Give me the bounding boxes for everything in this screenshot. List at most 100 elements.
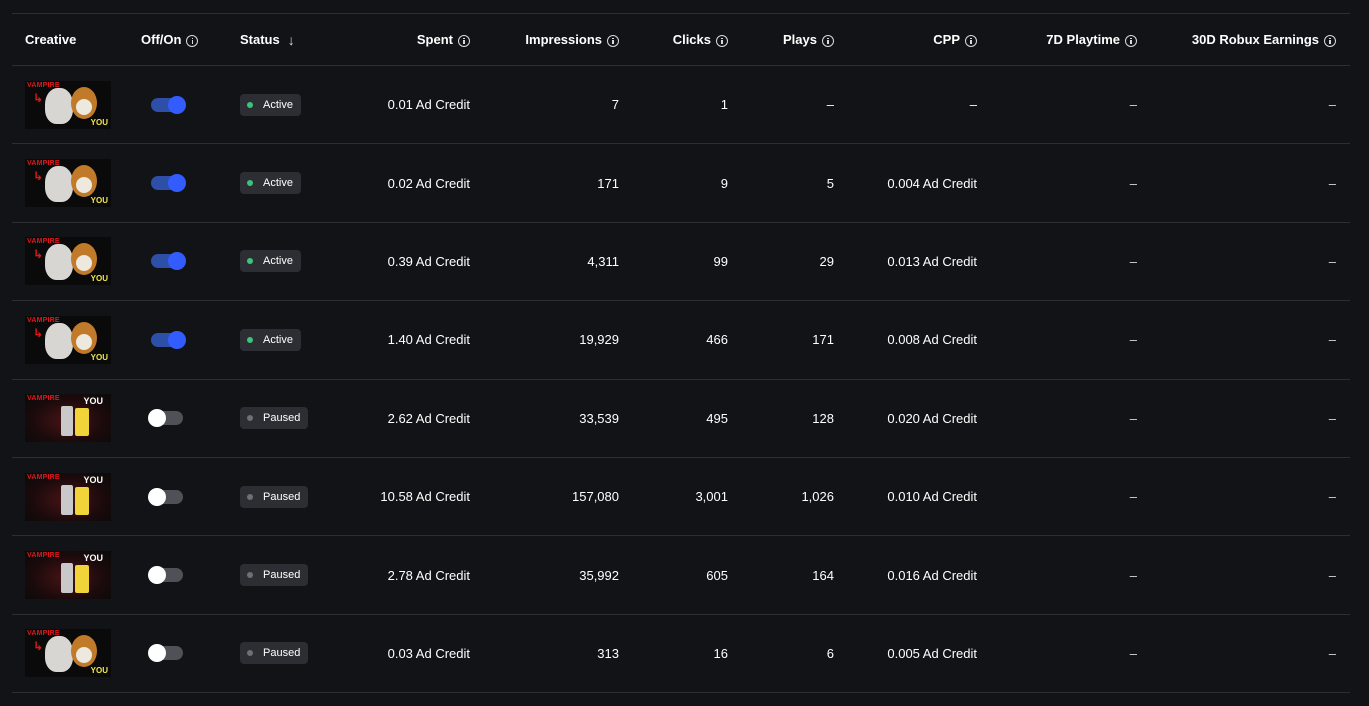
- status-label: Active: [263, 333, 293, 346]
- status-badge: Paused: [240, 564, 309, 587]
- thumbnail-vampire-text: VAMPIRE: [27, 395, 60, 403]
- creative-thumbnail[interactable]: VAMPIRE ↳ YOU: [25, 80, 111, 129]
- clicks-value: 466: [706, 332, 728, 348]
- cpp-value: –: [969, 97, 977, 113]
- robux-earnings-value: –: [1328, 97, 1336, 113]
- thumbnail-character: [45, 636, 73, 673]
- robux-earnings-value: –: [1328, 253, 1336, 269]
- cpp-value: 0.010 Ad Credit: [887, 489, 977, 505]
- creative-thumbnail[interactable]: VAMPIRE ↳ YOU: [25, 315, 111, 364]
- toggle-knob[interactable]: [148, 409, 166, 428]
- thumbnail-arrow-icon: ↳: [33, 247, 44, 262]
- ad-toggle-switch[interactable]: [151, 252, 186, 271]
- impressions-value: 313: [597, 645, 619, 661]
- robux-earnings-value: –: [1328, 567, 1336, 583]
- table-row[interactable]: VAMPIRE YOU Paused 10.58 Ad Credit 157,0…: [12, 458, 1350, 537]
- thumbnail-character: [45, 87, 73, 124]
- toggle-knob[interactable]: [168, 330, 186, 349]
- toggle-knob[interactable]: [148, 644, 166, 663]
- status-cell: Paused: [240, 380, 309, 457]
- creative-cell[interactable]: VAMPIRE ↳ YOU: [25, 615, 111, 692]
- info-icon[interactable]: [716, 34, 728, 47]
- ad-toggle-switch[interactable]: [151, 95, 186, 114]
- header-status[interactable]: Status ↓: [240, 14, 295, 65]
- creative-cell[interactable]: VAMPIRE ↳ YOU: [25, 144, 111, 221]
- thumbnail-character: [45, 166, 73, 203]
- clicks-value: 99: [713, 253, 728, 269]
- creative-cell[interactable]: VAMPIRE YOU: [25, 380, 111, 457]
- creative-thumbnail[interactable]: VAMPIRE ↳ YOU: [25, 237, 111, 286]
- clicks-value: 9: [720, 175, 728, 191]
- creative-cell[interactable]: VAMPIRE ↳ YOU: [25, 301, 111, 378]
- toggle-knob[interactable]: [168, 95, 186, 114]
- creative-cell[interactable]: VAMPIRE ↳ YOU: [25, 223, 111, 300]
- sort-down-arrow-icon[interactable]: ↓: [288, 32, 295, 48]
- toggle-knob[interactable]: [168, 174, 186, 193]
- creative-cell[interactable]: VAMPIRE YOU: [25, 458, 111, 535]
- table-body: VAMPIRE ↳ YOU Active 0.01 Ad Credit 7 1 …: [12, 66, 1350, 694]
- thumbnail-vampire-text: VAMPIRE: [27, 552, 60, 560]
- status-label: Active: [263, 177, 293, 190]
- thumbnail-character: [45, 322, 73, 359]
- onoff-cell: [141, 380, 183, 457]
- creative-thumbnail[interactable]: VAMPIRE YOU: [25, 472, 111, 521]
- table-row[interactable]: VAMPIRE ↳ YOU Active 0.02 Ad Credit 171 …: [12, 144, 1350, 223]
- info-icon[interactable]: [186, 34, 199, 47]
- ad-toggle-switch[interactable]: [148, 487, 183, 506]
- thumbnail-you-text: YOU: [90, 117, 108, 127]
- info-icon[interactable]: [1125, 34, 1137, 47]
- thumbnail-vampire-text: VAMPIRE: [27, 473, 60, 481]
- table-row[interactable]: VAMPIRE ↳ YOU Paused 0.03 Ad Credit 313 …: [12, 615, 1350, 694]
- header-spent: Spent: [417, 14, 470, 65]
- info-icon[interactable]: [822, 34, 834, 47]
- thumbnail-character: [71, 243, 97, 276]
- header-plays: Plays: [783, 14, 834, 65]
- creative-thumbnail[interactable]: VAMPIRE ↳ YOU: [25, 629, 111, 678]
- onoff-cell: [141, 144, 186, 221]
- table-row[interactable]: VAMPIRE YOU Paused 2.78 Ad Credit 35,992…: [12, 536, 1350, 615]
- toggle-knob[interactable]: [148, 487, 166, 506]
- ad-toggle-switch[interactable]: [148, 566, 183, 585]
- table-row[interactable]: VAMPIRE ↳ YOU Active 0.01 Ad Credit 7 1 …: [12, 66, 1350, 145]
- info-icon[interactable]: [1324, 34, 1336, 47]
- status-badge: Active: [240, 250, 301, 273]
- thumbnail-character: [61, 563, 73, 594]
- info-icon[interactable]: [607, 34, 619, 47]
- status-badge: Active: [240, 328, 301, 351]
- thumbnail-you-text: YOU: [90, 666, 108, 676]
- table-row[interactable]: VAMPIRE YOU Paused 2.62 Ad Credit 33,539…: [12, 380, 1350, 458]
- header-creative: Creative: [25, 32, 77, 47]
- ad-toggle-switch[interactable]: [148, 644, 183, 663]
- status-cell: Active: [240, 66, 301, 143]
- status-dot-icon: [247, 258, 253, 265]
- info-icon[interactable]: [458, 34, 470, 47]
- ad-toggle-switch[interactable]: [151, 330, 186, 349]
- ad-toggle-switch[interactable]: [151, 174, 186, 193]
- table-row[interactable]: VAMPIRE ↳ YOU Active 1.40 Ad Credit 19,9…: [12, 301, 1350, 380]
- status-badge: Paused: [240, 485, 309, 508]
- thumbnail-character: [61, 484, 73, 515]
- toggle-knob[interactable]: [168, 252, 186, 271]
- creative-cell[interactable]: VAMPIRE YOU: [25, 536, 111, 613]
- creative-thumbnail[interactable]: VAMPIRE YOU: [25, 394, 111, 443]
- cpp-value: 0.016 Ad Credit: [887, 567, 977, 583]
- status-label: Active: [263, 255, 293, 268]
- creative-thumbnail[interactable]: VAMPIRE ↳ YOU: [25, 159, 111, 208]
- creative-thumbnail[interactable]: VAMPIRE YOU: [25, 551, 111, 600]
- impressions-value: 157,080: [572, 489, 619, 505]
- info-icon[interactable]: [965, 34, 977, 47]
- status-cell: Active: [240, 144, 301, 221]
- creative-cell[interactable]: VAMPIRE ↳ YOU: [25, 66, 111, 143]
- header-onoff: Off/On: [141, 14, 199, 65]
- status-badge: Active: [240, 172, 301, 195]
- playtime-value: –: [1129, 489, 1137, 505]
- thumbnail-character: [71, 86, 97, 119]
- table-row[interactable]: VAMPIRE ↳ YOU Active 0.39 Ad Credit 4,31…: [12, 223, 1350, 302]
- playtime-value: –: [1129, 97, 1137, 113]
- clicks-value: 3,001: [695, 489, 728, 505]
- robux-earnings-value: –: [1328, 332, 1336, 348]
- ad-toggle-switch[interactable]: [148, 409, 183, 428]
- toggle-knob[interactable]: [148, 566, 166, 585]
- clicks-value: 16: [713, 645, 728, 661]
- status-cell: Paused: [240, 615, 309, 692]
